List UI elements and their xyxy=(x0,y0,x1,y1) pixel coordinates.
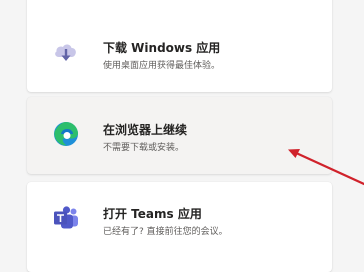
option-subtitle: 已经有了? 直接前往您的会议。 xyxy=(103,227,228,237)
download-windows-app-option[interactable]: 下载 Windows 应用 使用桌面应用获得最佳体验。 xyxy=(27,0,332,92)
teams-logo-icon xyxy=(52,204,80,232)
option-subtitle: 使用桌面应用获得最佳体验。 xyxy=(103,61,221,71)
option-title: 在浏览器上继续 xyxy=(103,123,188,137)
option-title: 打开 Teams 应用 xyxy=(103,207,202,221)
cloud-download-icon xyxy=(52,39,80,67)
option-subtitle: 不需要下载或安装。 xyxy=(103,143,185,153)
option-title: 下载 Windows 应用 xyxy=(103,41,221,55)
edge-browser-icon xyxy=(52,120,80,148)
annotation-arrow xyxy=(288,149,364,186)
join-options: 下载 Windows 应用 使用桌面应用获得最佳体验。 在浏览器上继续 不需要下… xyxy=(0,0,364,272)
